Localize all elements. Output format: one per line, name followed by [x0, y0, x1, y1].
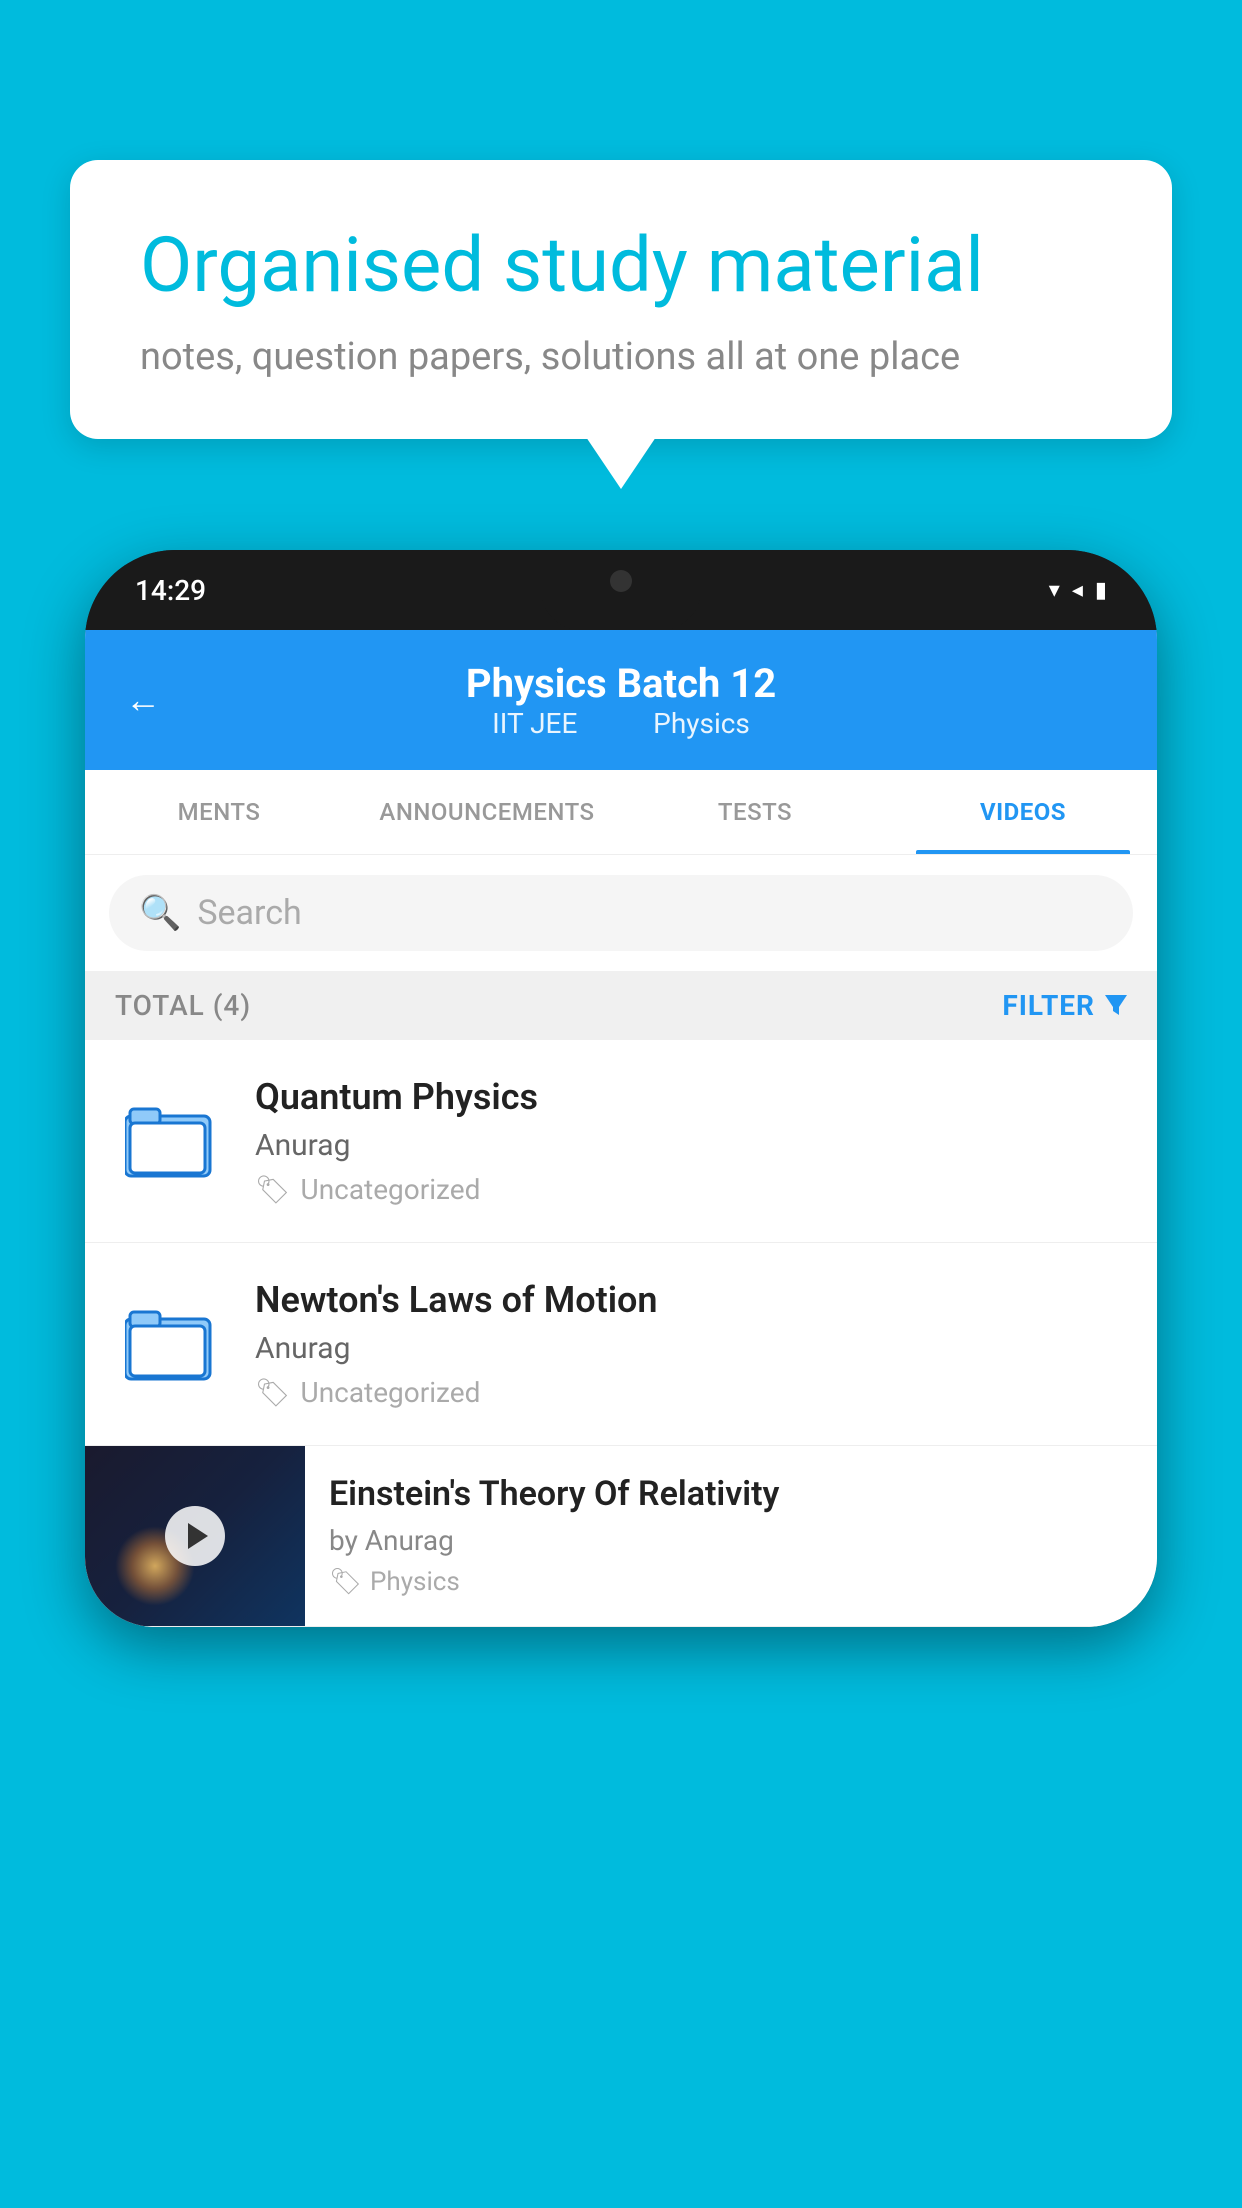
play-button[interactable] [165, 1506, 225, 1566]
video-info-3: Einstein's Theory Of Relativity by Anura… [305, 1446, 1157, 1625]
speech-bubble-container: Organised study material notes, question… [70, 160, 1172, 439]
tab-tests[interactable]: TESTS [621, 770, 889, 854]
video-tag-2: 🏷 Uncategorized [255, 1376, 1127, 1409]
video-title-3: Einstein's Theory Of Relativity [329, 1474, 1133, 1514]
wifi-icon: ▾ [1049, 578, 1060, 603]
signal-icon: ◂ [1072, 578, 1083, 603]
battery-icon: ▮ [1095, 578, 1107, 603]
filter-button[interactable]: FILTER [1002, 989, 1127, 1022]
tab-ments[interactable]: MENTS [85, 770, 353, 854]
subtitle-physics: Physics [653, 707, 750, 740]
list-item[interactable]: Newton's Laws of Motion Anurag 🏷 Uncateg… [85, 1243, 1157, 1446]
video-info-2: Newton's Laws of Motion Anurag 🏷 Uncateg… [255, 1279, 1127, 1409]
video-tag-3: 🏷 Physics [329, 1567, 1133, 1597]
app-header-nav: ← Physics Batch 12 IIT JEE Physics [125, 660, 1117, 740]
total-count: TOTAL (4) [115, 989, 251, 1022]
header-title-group: Physics Batch 12 IIT JEE Physics [466, 660, 776, 740]
search-input[interactable]: Search [197, 893, 301, 933]
filter-funnel-icon [1105, 989, 1127, 1022]
folder-thumbnail-2 [115, 1299, 225, 1389]
tag-icon-2: 🏷 [255, 1376, 291, 1409]
phone-container: 14:29 ▾ ◂ ▮ ← Physics Batch 12 IIT JEE [85, 550, 1157, 2208]
video-author-2: Anurag [255, 1331, 1127, 1366]
video-author-1: Anurag [255, 1128, 1127, 1163]
list-item[interactable]: Einstein's Theory Of Relativity by Anura… [85, 1446, 1157, 1627]
video-info-1: Quantum Physics Anurag 🏷 Uncategorized [255, 1076, 1127, 1206]
video-title-1: Quantum Physics [255, 1076, 1127, 1118]
status-bar: 14:29 ▾ ◂ ▮ [85, 550, 1157, 630]
tab-bar: MENTS ANNOUNCEMENTS TESTS VIDEOS [85, 770, 1157, 855]
filter-label: FILTER [1002, 989, 1095, 1022]
tag-icon-3: 🏷 [329, 1567, 362, 1597]
subtitle-iit: IIT JEE [492, 707, 577, 740]
search-icon: 🔍 [139, 893, 181, 933]
list-item[interactable]: Quantum Physics Anurag 🏷 Uncategorized [85, 1040, 1157, 1243]
phone-mockup: 14:29 ▾ ◂ ▮ ← Physics Batch 12 IIT JEE [85, 550, 1157, 1627]
subtitle-separator [608, 707, 622, 740]
video-author-3: by Anurag [329, 1524, 1133, 1557]
video-tag-1: 🏷 Uncategorized [255, 1173, 1127, 1206]
video-title-2: Newton's Laws of Motion [255, 1279, 1127, 1321]
folder-icon [125, 1304, 215, 1384]
app-header: ← Physics Batch 12 IIT JEE Physics [85, 630, 1157, 770]
header-subtitle: IIT JEE Physics [466, 707, 776, 740]
einstein-thumbnail [85, 1446, 305, 1626]
folder-icon [125, 1101, 215, 1181]
folder-thumbnail-1 [115, 1096, 225, 1186]
speech-bubble-subtext: notes, question papers, solutions all at… [140, 335, 1102, 379]
play-triangle-icon [188, 1523, 208, 1549]
speech-bubble-heading: Organised study material [140, 220, 1102, 311]
tab-announcements[interactable]: ANNOUNCEMENTS [353, 770, 621, 854]
camera-dot [610, 570, 632, 592]
tab-videos[interactable]: VIDEOS [889, 770, 1157, 854]
tag-icon-1: 🏷 [255, 1173, 291, 1206]
search-bar[interactable]: 🔍 Search [109, 875, 1133, 951]
phone-screen: ← Physics Batch 12 IIT JEE Physics MENTS [85, 630, 1157, 1627]
status-time: 14:29 [135, 574, 206, 607]
search-bar-container: 🔍 Search [85, 855, 1157, 971]
speech-bubble: Organised study material notes, question… [70, 160, 1172, 439]
status-icons: ▾ ◂ ▮ [1049, 578, 1107, 603]
header-title: Physics Batch 12 [466, 660, 776, 707]
video-list: Quantum Physics Anurag 🏷 Uncategorized [85, 1040, 1157, 1627]
back-button[interactable]: ← [125, 679, 161, 721]
filter-bar: TOTAL (4) FILTER [85, 971, 1157, 1040]
